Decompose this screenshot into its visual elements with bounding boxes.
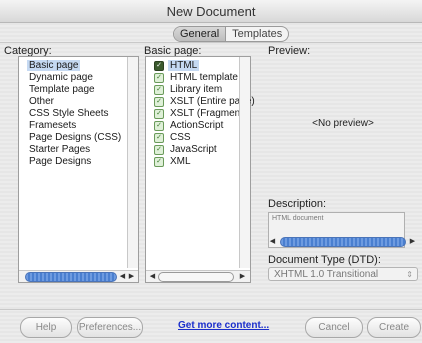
title-bar: New Document — [0, 0, 422, 23]
description-heading: Description: — [268, 198, 327, 210]
basic-page-list[interactable]: ✓ HTML ✓ HTML template ✓ Library item ✓ … — [145, 56, 255, 283]
basic-page-item[interactable]: Library item — [170, 84, 222, 95]
tab-divider — [0, 42, 422, 43]
scroll-thumb[interactable] — [158, 272, 234, 282]
scroll-right-arrow-icon[interactable]: ▶ — [408, 236, 417, 247]
document-icon: ✓ — [154, 133, 164, 143]
create-button[interactable]: Create — [367, 317, 421, 338]
category-vertical-scrollbar[interactable] — [127, 57, 138, 268]
doctype-heading: Document Type (DTD): — [268, 254, 381, 266]
category-item[interactable]: Template page — [29, 84, 95, 95]
basic-page-item[interactable]: HTML — [168, 60, 200, 71]
document-icon: ✓ — [154, 61, 164, 71]
category-horizontal-scrollbar[interactable]: ◀ ▶ — [19, 270, 138, 282]
basic-page-item[interactable]: JavaScript — [170, 144, 217, 155]
document-icon: ✓ — [154, 109, 164, 119]
cancel-button[interactable]: Cancel — [305, 317, 363, 338]
basic-page-item[interactable]: ActionScript — [170, 120, 223, 131]
scroll-thumb[interactable] — [25, 272, 117, 282]
category-item[interactable]: Dynamic page — [29, 72, 93, 83]
category-item[interactable]: Page Designs (CSS) — [29, 132, 121, 143]
scroll-right-arrow-icon[interactable]: ▶ — [127, 271, 136, 282]
category-item[interactable]: Basic page — [27, 60, 81, 71]
preview-placeholder: <No preview> — [312, 118, 374, 129]
tab-templates[interactable]: Templates — [226, 27, 288, 41]
document-icon: ✓ — [154, 157, 164, 167]
document-icon: ✓ — [154, 85, 164, 95]
chevron-updown-icon: ⇕ — [406, 270, 413, 279]
description-horizontal-scrollbar[interactable]: ◀ ▶ — [268, 236, 418, 247]
category-item[interactable]: Framesets — [29, 120, 76, 131]
footer-divider — [0, 309, 422, 310]
tab-bar: General Templates — [173, 26, 290, 42]
document-icon: ✓ — [154, 145, 164, 155]
category-item[interactable]: CSS Style Sheets — [29, 108, 108, 119]
doctype-select[interactable]: XHTML 1.0 Transitional ⇕ — [268, 267, 418, 281]
document-icon: ✓ — [154, 73, 164, 83]
category-item[interactable]: Page Designs — [29, 156, 91, 167]
scroll-right-arrow-icon[interactable]: ▶ — [238, 271, 247, 282]
basic-page-vertical-scrollbar[interactable] — [239, 57, 250, 268]
basic-page-item[interactable]: CSS — [170, 132, 191, 143]
category-item[interactable]: Starter Pages — [29, 144, 90, 155]
category-list[interactable]: Basic page Dynamic page Template page Ot… — [18, 56, 139, 283]
document-icon: ✓ — [154, 97, 164, 107]
basic-page-item[interactable]: HTML template — [170, 72, 238, 83]
scroll-thumb[interactable] — [280, 237, 406, 247]
help-button[interactable]: Help — [20, 317, 72, 338]
doctype-value: XHTML 1.0 Transitional — [274, 269, 379, 280]
document-icon: ✓ — [154, 121, 164, 131]
basic-page-item[interactable]: XML — [170, 156, 191, 167]
scroll-left-arrow-icon[interactable]: ◀ — [148, 271, 157, 282]
scroll-left-arrow-icon[interactable]: ◀ — [268, 236, 277, 247]
preferences-button[interactable]: Preferences... — [77, 317, 143, 338]
new-document-dialog: New Document General Templates Category:… — [0, 0, 422, 343]
scroll-left-arrow-icon[interactable]: ◀ — [118, 271, 127, 282]
get-more-content-link[interactable]: Get more content... — [178, 320, 269, 331]
tab-general[interactable]: General — [174, 27, 227, 41]
basic-page-horizontal-scrollbar[interactable]: ◀ ▶ — [146, 270, 250, 282]
category-item[interactable]: Other — [29, 96, 54, 107]
preview-heading: Preview: — [268, 45, 311, 57]
window-title: New Document — [166, 4, 256, 19]
description-text: HTML document — [272, 215, 324, 222]
basic-page-item[interactable]: XSLT (Fragment) — [170, 108, 246, 119]
